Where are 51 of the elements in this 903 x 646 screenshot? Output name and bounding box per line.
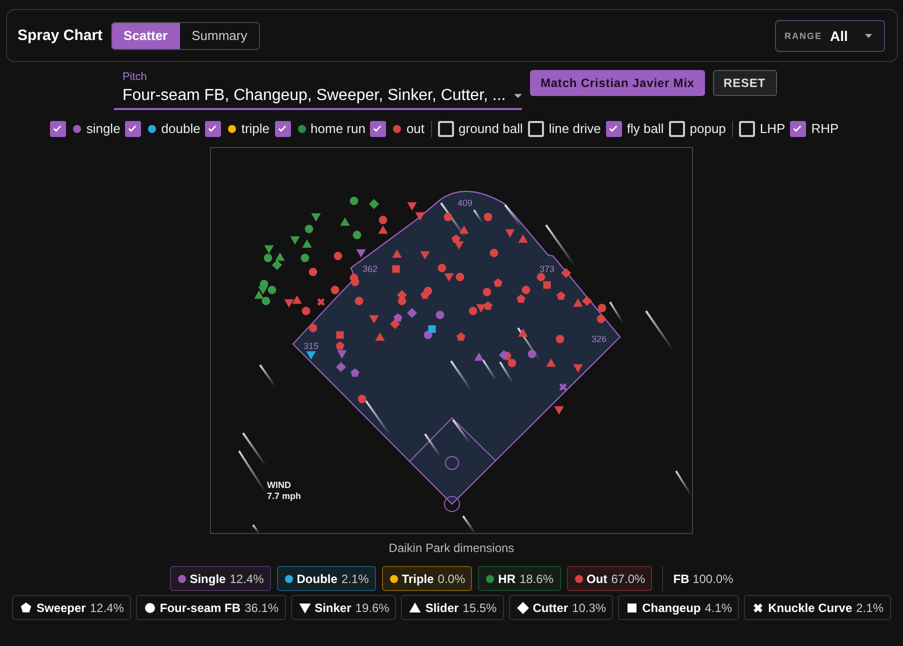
filter-label[interactable]: single [86,121,120,136]
chip-value: 36.1% [244,600,279,614]
filter-label[interactable]: home run [310,121,366,136]
distance-label: 315 [303,341,319,351]
chip-label: Slider [425,600,459,614]
chip-value: 15.5% [462,600,497,614]
chip-label: Single [190,572,226,586]
wind-speed: 7.7 mph [267,491,302,501]
chip-label: HR [498,572,516,586]
distance-label: 326 [591,334,607,344]
chip-label: Double [296,572,338,586]
chip-label: Knuckle Curve [768,600,852,614]
filter-label[interactable]: popup [690,121,726,136]
reset-button[interactable]: RESET [712,70,777,96]
chip-value: 0.0% [438,572,466,586]
filter-label[interactable]: fly ball [626,121,664,136]
chip-label: Four-seam FB [160,600,241,614]
chart-caption: Daikin Park dimensions [388,541,514,555]
distance-label: 373 [539,264,555,274]
distance-label: 409 [457,198,473,208]
range-select[interactable]: RANGE All [774,20,884,52]
chip-value: 12.4% [90,600,124,614]
filter-label[interactable]: ground ball [458,121,523,136]
filter-label[interactable]: double [161,121,200,136]
match-mix-button[interactable]: Match Cristian Javier Mix [530,70,705,96]
chip-label: Out [586,572,608,586]
filter-label[interactable]: line drive [548,121,601,136]
filter-label[interactable]: out [406,121,425,136]
wind-label: WIND [267,480,291,490]
chip-value: 18.6% [520,572,554,586]
view-tab[interactable]: Summary [180,22,260,48]
distance-label: 362 [362,264,378,274]
chip-value: 12.4% [230,572,264,586]
pitch-select[interactable]: Pitch Four-seam FB, Changeup, Sweeper, Sinker, Cutter, ... [114,71,522,110]
chip-value: 2.1% [341,572,369,586]
app-title: Spray Chart [18,27,103,44]
fb-total: FB 100.0% [673,572,734,586]
chip-value: 2.1% [856,600,884,614]
filter-label[interactable]: LHP [760,121,786,136]
chip-label: Changeup [642,600,701,614]
chip-value: 67.0% [611,572,646,586]
filter-label[interactable]: triple [241,121,270,136]
chip-value: 10.3% [572,600,606,614]
chip-label: Cutter [532,600,568,614]
chip-label: Sweeper [36,600,86,614]
view-tab[interactable]: Scatter [112,22,180,48]
chip-value: 4.1% [704,600,732,614]
chip-label: Sinker [314,600,352,614]
chip-label: Triple [402,572,434,586]
filter-label[interactable]: RHP [811,121,839,136]
chip-value: 19.6% [355,600,390,614]
